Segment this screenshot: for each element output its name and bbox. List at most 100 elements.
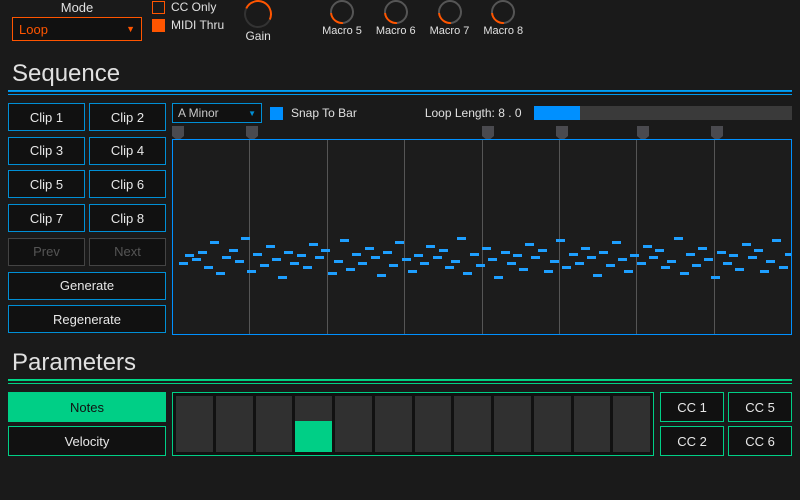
- timeline-marker[interactable]: [482, 126, 494, 136]
- midi-note[interactable]: [389, 264, 398, 267]
- bar-slider-3[interactable]: [256, 396, 293, 452]
- midi-note[interactable]: [371, 256, 380, 259]
- midi-note[interactable]: [513, 254, 522, 257]
- midi-note[interactable]: [470, 253, 479, 256]
- gain-knob[interactable]: [244, 0, 272, 28]
- midi-note[interactable]: [606, 264, 615, 267]
- bar-slider-5[interactable]: [335, 396, 372, 452]
- bar-slider-6[interactable]: [375, 396, 412, 452]
- midi-note[interactable]: [241, 237, 250, 240]
- midi-note[interactable]: [395, 241, 404, 244]
- midi-note[interactable]: [692, 264, 701, 267]
- midi-note[interactable]: [556, 239, 565, 242]
- midi-note[interactable]: [179, 262, 188, 265]
- midi-note[interactable]: [290, 262, 299, 265]
- midi-note[interactable]: [772, 239, 781, 242]
- clip-button-2[interactable]: Clip 2: [89, 103, 166, 131]
- midi-note[interactable]: [531, 256, 540, 259]
- macro-knob-5[interactable]: Macro 5: [322, 0, 362, 37]
- midi-note[interactable]: [278, 276, 287, 279]
- midi-note[interactable]: [420, 262, 429, 265]
- midi-note[interactable]: [358, 262, 367, 265]
- timeline-marker[interactable]: [711, 126, 723, 136]
- clip-button-1[interactable]: Clip 1: [8, 103, 85, 131]
- timeline-marker[interactable]: [556, 126, 568, 136]
- key-select[interactable]: A Minor ▼: [172, 103, 262, 123]
- midi-note[interactable]: [334, 260, 343, 263]
- mode-select[interactable]: Loop ▼: [12, 17, 142, 41]
- midi-note[interactable]: [525, 243, 534, 246]
- midi-note[interactable]: [463, 272, 472, 275]
- midi-note[interactable]: [433, 256, 442, 259]
- clip-button-8[interactable]: Clip 8: [89, 204, 166, 232]
- clip-button-3[interactable]: Clip 3: [8, 137, 85, 165]
- macro-knob-8[interactable]: Macro 8: [483, 0, 523, 37]
- prev-button[interactable]: Prev: [8, 238, 85, 266]
- midi-note[interactable]: [222, 256, 231, 259]
- midi-note[interactable]: [674, 237, 683, 240]
- generate-button[interactable]: Generate: [8, 272, 166, 300]
- midi-note[interactable]: [426, 245, 435, 248]
- midi-note[interactable]: [204, 266, 213, 269]
- midi-note[interactable]: [599, 251, 608, 254]
- midi-note[interactable]: [260, 264, 269, 267]
- midi-note[interactable]: [587, 256, 596, 259]
- bar-slider-9[interactable]: [494, 396, 531, 452]
- midi-note[interactable]: [229, 249, 238, 252]
- midi-note[interactable]: [661, 266, 670, 269]
- midi-note[interactable]: [723, 262, 732, 265]
- midi-note[interactable]: [303, 266, 312, 269]
- midi-note[interactable]: [482, 247, 491, 250]
- macro-knob-7[interactable]: Macro 7: [430, 0, 470, 37]
- midi-note[interactable]: [643, 245, 652, 248]
- midi-note[interactable]: [439, 249, 448, 252]
- midi-note[interactable]: [649, 256, 658, 259]
- bar-slider-8[interactable]: [454, 396, 491, 452]
- midi-note[interactable]: [538, 249, 547, 252]
- timeline-marker[interactable]: [172, 126, 184, 136]
- midi-note[interactable]: [309, 243, 318, 246]
- midi-note[interactable]: [686, 253, 695, 256]
- midi-note[interactable]: [698, 247, 707, 250]
- tab-notes[interactable]: Notes: [8, 392, 166, 422]
- midi-thru-checkbox[interactable]: MIDI Thru: [152, 18, 224, 32]
- midi-note[interactable]: [451, 260, 460, 263]
- midi-note[interactable]: [680, 272, 689, 275]
- midi-note[interactable]: [457, 237, 466, 240]
- loop-length-slider[interactable]: [534, 106, 792, 120]
- bar-slider-7[interactable]: [415, 396, 452, 452]
- macro-knob-6[interactable]: Macro 6: [376, 0, 416, 37]
- midi-note[interactable]: [476, 264, 485, 267]
- regenerate-button[interactable]: Regenerate: [8, 305, 166, 333]
- midi-note[interactable]: [377, 274, 386, 277]
- midi-note[interactable]: [501, 251, 510, 254]
- midi-note[interactable]: [216, 272, 225, 275]
- midi-note[interactable]: [328, 272, 337, 275]
- midi-note[interactable]: [742, 243, 751, 246]
- midi-note[interactable]: [445, 266, 454, 269]
- midi-note[interactable]: [624, 270, 633, 273]
- midi-note[interactable]: [192, 258, 201, 261]
- midi-note[interactable]: [402, 258, 411, 261]
- midi-note[interactable]: [352, 253, 361, 256]
- midi-note[interactable]: [297, 254, 306, 257]
- midi-note[interactable]: [340, 239, 349, 242]
- midi-note[interactable]: [488, 258, 497, 261]
- midi-note[interactable]: [507, 262, 516, 265]
- clip-button-4[interactable]: Clip 4: [89, 137, 166, 165]
- midi-note[interactable]: [185, 254, 194, 257]
- midi-note[interactable]: [346, 268, 355, 271]
- midi-note[interactable]: [581, 247, 590, 250]
- midi-note[interactable]: [408, 270, 417, 273]
- clip-button-5[interactable]: Clip 5: [8, 170, 85, 198]
- midi-note[interactable]: [729, 254, 738, 257]
- cc-button-cc1[interactable]: CC 1: [660, 392, 724, 422]
- midi-note[interactable]: [575, 262, 584, 265]
- midi-note[interactable]: [247, 270, 256, 273]
- bar-slider-12[interactable]: [613, 396, 650, 452]
- midi-note[interactable]: [284, 251, 293, 254]
- midi-note[interactable]: [272, 258, 281, 261]
- bar-slider-11[interactable]: [574, 396, 611, 452]
- midi-note[interactable]: [748, 256, 757, 259]
- cc-button-cc2[interactable]: CC 2: [660, 426, 724, 456]
